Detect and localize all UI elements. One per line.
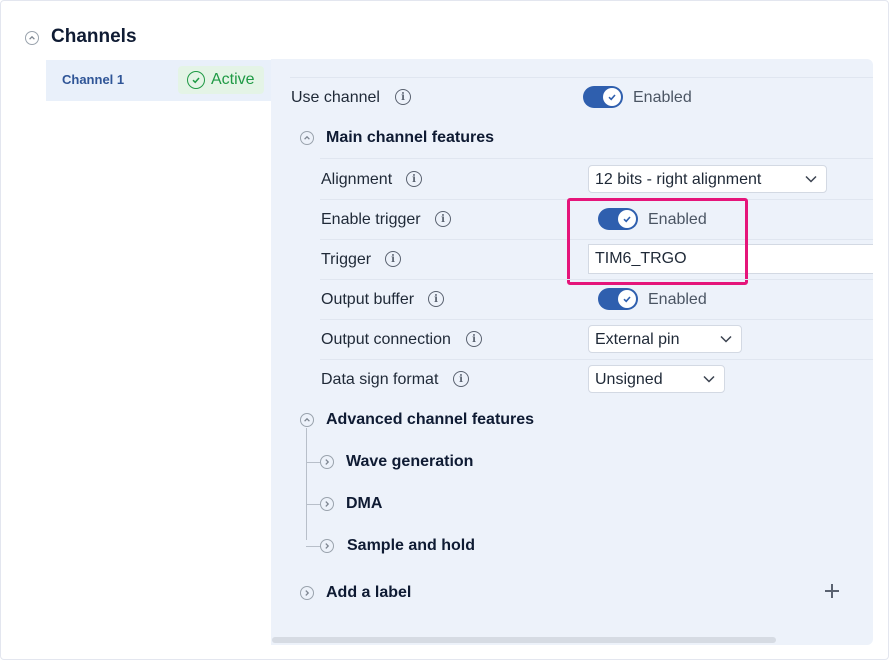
section-title: Channels [51, 26, 137, 47]
info-icon[interactable]: i [428, 291, 444, 307]
info-icon[interactable]: i [395, 89, 411, 105]
tree-line [306, 546, 320, 547]
horizontal-scrollbar[interactable] [272, 637, 776, 643]
divider [320, 359, 873, 360]
data-sign-format-label: Data sign format [321, 371, 439, 388]
chevron-down-icon [720, 335, 732, 343]
main-features-title[interactable]: Main channel features [326, 129, 494, 147]
use-channel-toggle[interactable] [583, 86, 623, 108]
add-label-title[interactable]: Add a label [326, 584, 411, 602]
tree-line [306, 428, 307, 540]
output-connection-select[interactable]: External pin [588, 325, 742, 353]
enable-trigger-label: Enable trigger [321, 211, 421, 228]
tree-line [306, 462, 320, 463]
output-buffer-toggle[interactable] [598, 288, 638, 310]
collapse-channels-icon[interactable] [25, 31, 39, 45]
expand-wave-generation-icon[interactable] [320, 455, 334, 469]
expand-sample-and-hold-icon[interactable] [320, 539, 334, 553]
divider [320, 158, 873, 159]
collapse-advanced-features-icon[interactable] [300, 413, 314, 427]
check-circle-icon [187, 71, 205, 89]
check-icon [603, 88, 621, 106]
dma-item[interactable]: DMA [346, 495, 382, 513]
output-connection-value: External pin [595, 331, 680, 348]
data-sign-format-select[interactable]: Unsigned [588, 365, 725, 393]
collapse-main-features-icon[interactable] [300, 131, 314, 145]
info-icon[interactable]: i [435, 211, 451, 227]
chevron-down-icon [805, 175, 817, 183]
advanced-features-title[interactable]: Advanced channel features [326, 411, 534, 429]
chevron-down-icon [703, 375, 715, 383]
plus-icon[interactable] [823, 582, 841, 600]
use-channel-state: Enabled [633, 89, 692, 106]
output-buffer-label: Output buffer [321, 291, 415, 308]
divider [290, 77, 873, 78]
divider [320, 279, 873, 280]
trigger-label: Trigger [321, 251, 372, 268]
info-icon[interactable]: i [385, 251, 401, 267]
divider [320, 319, 873, 320]
alignment-select[interactable]: 12 bits - right alignment [588, 165, 827, 193]
tree-line [306, 504, 320, 505]
tab-label[interactable]: Channel 1 [62, 72, 124, 87]
check-icon [618, 290, 636, 308]
info-icon[interactable]: i [406, 171, 422, 187]
status-badge-label: Active [211, 71, 255, 88]
highlight-box [567, 198, 748, 285]
data-sign-format-value: Unsigned [595, 371, 663, 388]
info-icon[interactable]: i [466, 331, 482, 347]
info-icon[interactable]: i [453, 371, 469, 387]
expand-dma-icon[interactable] [320, 497, 334, 511]
alignment-value: 12 bits - right alignment [595, 171, 762, 188]
wave-generation-item[interactable]: Wave generation [346, 453, 473, 471]
use-channel-label: Use channel [291, 89, 380, 106]
output-connection-label: Output connection [321, 331, 451, 348]
output-buffer-state: Enabled [648, 291, 707, 308]
expand-add-label-icon[interactable] [300, 586, 314, 600]
alignment-label: Alignment [321, 171, 393, 188]
sample-and-hold-item[interactable]: Sample and hold [347, 537, 475, 555]
